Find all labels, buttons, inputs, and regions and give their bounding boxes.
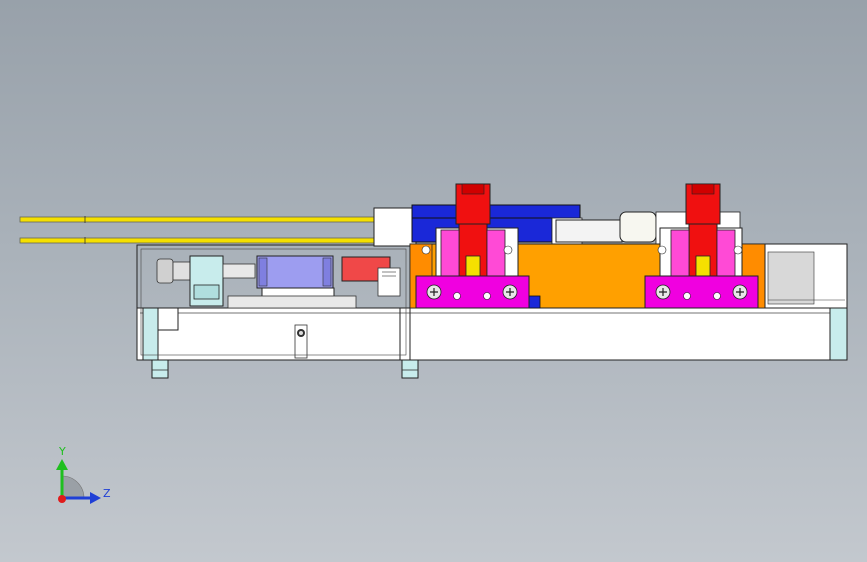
view-triad[interactable]: Y Z xyxy=(56,445,111,504)
triad-z-arrow-icon xyxy=(90,492,101,504)
foot-left xyxy=(151,359,169,379)
cylinder-piston-rod xyxy=(222,263,256,279)
base-end-block-left xyxy=(142,307,159,361)
blue-rail xyxy=(411,204,581,220)
base-left-step xyxy=(157,307,179,331)
clamp-pin-1 xyxy=(465,255,481,279)
base-plate-body xyxy=(136,307,848,361)
guide-rods[interactable] xyxy=(19,216,379,244)
rail-mount-block xyxy=(373,207,417,247)
triad-z-label: Z xyxy=(103,487,111,500)
triad-y-label: Y xyxy=(58,445,66,458)
cylinder-rod-end-cap xyxy=(156,258,174,284)
rod-lower xyxy=(19,237,379,244)
base-end-block-right xyxy=(829,307,848,361)
rod-upper xyxy=(19,216,379,223)
rail-end-cylinder xyxy=(555,219,623,243)
triad-y-arrow-icon xyxy=(56,459,68,470)
cad-viewport[interactable]: Y Z xyxy=(0,0,867,562)
clamp-assembly-2[interactable] xyxy=(644,183,759,309)
pneumatic-cylinder[interactable] xyxy=(256,255,334,289)
foot-right xyxy=(401,359,419,379)
base-plate[interactable] xyxy=(136,307,848,361)
triad-x-axis-icon xyxy=(58,495,66,503)
clamp-pin-2 xyxy=(695,255,711,279)
base-feet xyxy=(151,359,419,379)
triad-plane xyxy=(61,475,85,499)
